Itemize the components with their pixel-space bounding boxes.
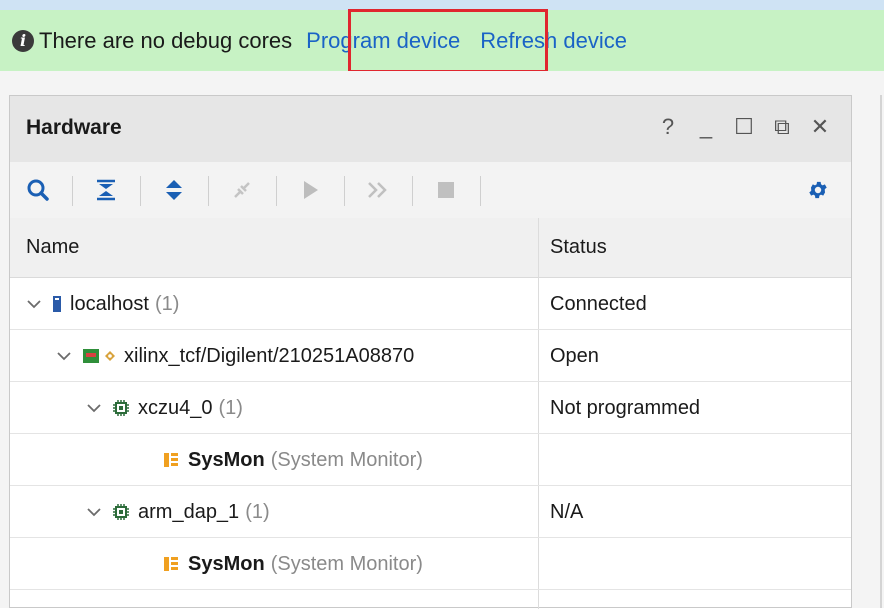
chevron-down-icon[interactable] (26, 296, 42, 312)
chip-icon (112, 503, 130, 521)
row-status: Open (550, 344, 599, 367)
auto-connect-icon[interactable] (222, 162, 262, 218)
table-row[interactable]: xczu4_0 (1) Not programmed (10, 382, 851, 434)
chevron-down-icon[interactable] (86, 400, 102, 416)
info-message: There are no debug cores (39, 27, 293, 53)
row-status: Not programmed (550, 396, 701, 419)
chip-icon (112, 399, 130, 417)
table-row[interactable]: xilinx_tcf/Digilent/210251A08870 Open (10, 330, 851, 382)
column-header-status[interactable]: Status (550, 236, 607, 259)
row-status: Connected (550, 292, 647, 315)
maximize-button[interactable]: ☐ (733, 114, 755, 140)
toolbar-separator (72, 176, 73, 206)
row-suffix: (1) (245, 500, 270, 523)
run-icon[interactable] (290, 162, 330, 218)
toolbar-separator (412, 176, 413, 206)
table-row[interactable]: SysMon (System Monitor) (10, 434, 851, 486)
row-label: xczu4_0 (138, 396, 213, 419)
row-label: SysMon (188, 552, 265, 575)
table-row[interactable]: arm_dap_1 (1) N/A (10, 486, 851, 538)
row-suffix: (System Monitor) (270, 448, 423, 471)
window-controls: ? _ ☐ ⧉ ✕ (657, 114, 831, 140)
minimize-button[interactable]: _ (695, 114, 717, 140)
board-icon (82, 348, 100, 364)
row-suffix: (1) (218, 396, 243, 419)
gear-icon[interactable] (807, 162, 829, 218)
search-icon[interactable] (18, 162, 58, 218)
table-row[interactable]: SysMon (System Monitor) (10, 538, 851, 590)
close-button[interactable]: ✕ (809, 114, 831, 140)
panel-header: Hardware ? _ ☐ ⧉ ✕ (10, 96, 851, 162)
row-label: SysMon (188, 448, 265, 471)
help-button[interactable]: ? (657, 114, 679, 140)
toolbar-separator (344, 176, 345, 206)
toolbar-separator (140, 176, 141, 206)
right-panel-edge (880, 95, 882, 608)
server-icon (52, 295, 62, 313)
chevron-down-icon[interactable] (86, 504, 102, 520)
chevron-down-icon[interactable] (56, 348, 72, 364)
hardware-panel: Hardware ? _ ☐ ⧉ ✕ Name Status localhost… (9, 95, 852, 609)
float-button[interactable]: ⧉ (771, 114, 793, 140)
collapse-all-icon[interactable] (86, 162, 126, 218)
sysmon-icon (162, 555, 180, 573)
toolbar-separator (276, 176, 277, 206)
highlight-annotation (348, 9, 548, 73)
column-header-name[interactable]: Name (26, 236, 79, 259)
sysmon-icon (162, 451, 180, 469)
expand-all-icon[interactable] (154, 162, 194, 218)
row-label: localhost (70, 292, 149, 315)
table-row[interactable]: localhost (1) Connected (10, 278, 851, 330)
toolbar-separator (208, 176, 209, 206)
info-icon: i (12, 29, 34, 52)
fast-forward-icon[interactable] (358, 162, 398, 218)
table-header: Name Status (10, 218, 851, 278)
row-label: arm_dap_1 (138, 500, 240, 523)
panel-title: Hardware (26, 116, 122, 139)
stop-icon[interactable] (426, 162, 466, 218)
hardware-toolbar (10, 162, 851, 218)
row-suffix: (System Monitor) (270, 552, 423, 575)
toolbar-separator (480, 176, 481, 206)
row-label: xilinx_tcf/Digilent/210251A08870 (124, 344, 415, 367)
row-suffix: (1) (154, 292, 180, 315)
row-status: N/A (550, 500, 584, 523)
jtag-link-icon (104, 350, 116, 362)
